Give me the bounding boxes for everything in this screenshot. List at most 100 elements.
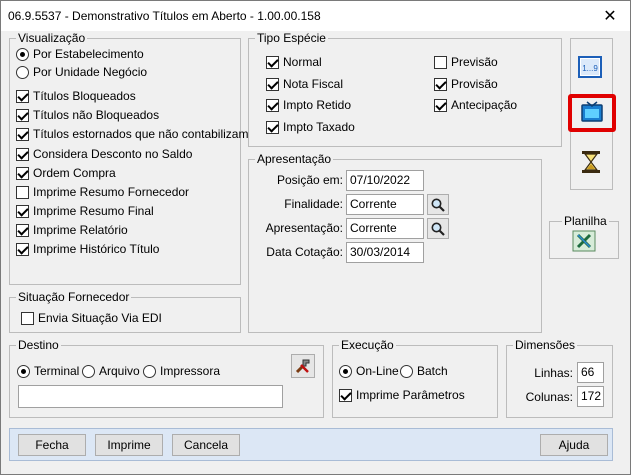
data-cotacao-field[interactable]: 30/03/2014: [346, 242, 424, 263]
checkbox[interactable]: [16, 166, 29, 180]
check-imprime-relatorio[interactable]: Imprime Relatório: [16, 222, 128, 238]
visualizacao-legend: Visualização: [16, 31, 88, 45]
check-ordem-compra[interactable]: Ordem Compra: [16, 165, 116, 181]
execucao-group: Execução: [332, 338, 498, 418]
range-icon[interactable]: 1...9: [577, 54, 603, 80]
checkbox[interactable]: [266, 77, 279, 91]
radio-indicator[interactable]: [82, 364, 95, 378]
cancela-button[interactable]: Cancela: [172, 434, 240, 456]
radio-impressora[interactable]: Impressora: [143, 363, 220, 379]
fecha-button[interactable]: Fecha: [18, 434, 86, 456]
checkbox[interactable]: [434, 98, 447, 112]
apresentacao-legend: Apresentação: [255, 152, 334, 166]
check-normal[interactable]: Normal: [266, 54, 322, 70]
screen-output-icon[interactable]: [579, 100, 605, 126]
check-antecipacao[interactable]: Antecipação: [434, 97, 517, 113]
ajuda-button[interactable]: Ajuda: [540, 434, 608, 456]
radio-label: Arquivo: [99, 364, 140, 378]
checkbox[interactable]: [16, 147, 29, 161]
checkbox[interactable]: [16, 89, 29, 103]
check-nota-fiscal[interactable]: Nota Fiscal: [266, 76, 343, 92]
check-titulos-nao-bloqueados[interactable]: Títulos não Bloqueados: [16, 107, 159, 123]
checkbox-label: Ordem Compra: [33, 166, 116, 180]
hourglass-icon[interactable]: [578, 149, 604, 175]
checkbox[interactable]: [16, 242, 29, 256]
checkbox-label: Envia Situação Via EDI: [38, 311, 162, 325]
linhas-field[interactable]: 66: [577, 362, 604, 383]
colunas-label: Colunas:: [525, 390, 573, 404]
execucao-legend: Execução: [339, 338, 396, 352]
checkbox[interactable]: [434, 55, 447, 69]
radio-on-line[interactable]: On-Line: [339, 363, 399, 379]
radio-arquivo[interactable]: Arquivo: [82, 363, 140, 379]
checkbox[interactable]: [16, 204, 29, 218]
radio-terminal[interactable]: Terminal: [17, 363, 79, 379]
check-considera-desconto[interactable]: Considera Desconto no Saldo: [16, 146, 192, 162]
posicao-label: Posição em:: [276, 173, 343, 187]
check-previsao[interactable]: Previsão: [434, 54, 498, 70]
excel-icon[interactable]: [571, 228, 597, 254]
situacao-legend: Situação Fornecedor: [16, 290, 132, 304]
radio-indicator[interactable]: [400, 364, 413, 378]
checkbox-label: Imprime Resumo Fornecedor: [33, 185, 190, 199]
destino-path-field[interactable]: [18, 385, 283, 408]
checkbox-label: Antecipação: [451, 98, 518, 112]
posicao-field[interactable]: 07/10/2022: [346, 170, 424, 191]
checkbox[interactable]: [16, 108, 29, 122]
dimensoes-legend: Dimensões: [513, 338, 578, 352]
check-impto-retido[interactable]: Impto Retido: [266, 97, 351, 113]
radio-label: Impressora: [160, 364, 221, 378]
check-provisao[interactable]: Provisão: [434, 76, 498, 92]
radio-indicator[interactable]: [17, 364, 30, 378]
checkbox[interactable]: [16, 223, 29, 237]
tools-icon: [295, 359, 310, 374]
finalidade-field[interactable]: Corrente: [346, 194, 424, 215]
checkbox-label: Imprime Resumo Final: [33, 204, 154, 218]
check-envia-situacao-edi[interactable]: Envia Situação Via EDI: [21, 310, 162, 326]
checkbox-label: Impto Retido: [283, 98, 352, 112]
radio-indicator[interactable]: [143, 364, 156, 378]
colunas-field[interactable]: 172: [577, 386, 604, 407]
destino-legend: Destino: [16, 338, 61, 352]
checkbox-label: Considera Desconto no Saldo: [33, 147, 193, 161]
checkbox[interactable]: [434, 77, 447, 91]
destination-setup-button[interactable]: [291, 354, 315, 378]
checkbox[interactable]: [16, 185, 29, 199]
apresentacao-field[interactable]: Corrente: [346, 218, 424, 239]
radio-por-estabelecimento[interactable]: Por Estabelecimento: [16, 46, 144, 62]
checkbox[interactable]: [266, 120, 279, 134]
radio-por-unidade-negocio[interactable]: Por Unidade Negócio: [16, 64, 147, 80]
finalidade-label: Finalidade:: [284, 197, 343, 211]
checkbox-label: Nota Fiscal: [283, 77, 344, 91]
radio-indicator[interactable]: [339, 364, 352, 378]
check-imprime-resumo-final[interactable]: Imprime Resumo Final: [16, 203, 154, 219]
checkbox-label: Títulos estornados que não contabilizam: [33, 127, 249, 141]
radio-indicator[interactable]: [16, 65, 29, 79]
magnifier-icon: [431, 198, 445, 212]
check-imprime-resumo-fornecedor[interactable]: Imprime Resumo Fornecedor: [16, 184, 189, 200]
checkbox[interactable]: [266, 98, 279, 112]
check-imprime-parametros[interactable]: Imprime Parâmetros: [339, 387, 465, 403]
radio-batch[interactable]: Batch: [400, 363, 448, 379]
checkbox-label: Títulos não Bloqueados: [33, 108, 160, 122]
checkbox-label: Títulos Bloqueados: [33, 89, 136, 103]
window-title: 06.9.5537 - Demonstrativo Títulos em Abe…: [8, 9, 321, 23]
radio-indicator[interactable]: [16, 47, 29, 61]
check-titulos-bloqueados[interactable]: Títulos Bloqueados: [16, 88, 136, 104]
checkbox-label: Normal: [283, 55, 322, 69]
checkbox[interactable]: [339, 388, 352, 402]
apresentacao-lookup-button[interactable]: [427, 218, 449, 239]
finalidade-lookup-button[interactable]: [427, 194, 449, 215]
close-icon[interactable]: ✕: [590, 1, 630, 31]
check-imprime-historico-titulo[interactable]: Imprime Histórico Título: [16, 241, 159, 257]
check-titulos-estornados[interactable]: Títulos estornados que não contabilizam: [16, 126, 248, 142]
dialog-window: 06.9.5537 - Demonstrativo Títulos em Abe…: [0, 0, 631, 475]
checkbox-label: Imprime Histórico Título: [33, 242, 160, 256]
check-impto-taxado[interactable]: Impto Taxado: [266, 119, 355, 135]
data-cotacao-label: Data Cotação:: [266, 245, 343, 259]
checkbox[interactable]: [21, 311, 34, 325]
checkbox[interactable]: [16, 127, 29, 141]
imprime-button[interactable]: Imprime: [95, 434, 163, 456]
checkbox[interactable]: [266, 55, 279, 69]
apresentacao-label: Apresentação:: [265, 221, 343, 235]
